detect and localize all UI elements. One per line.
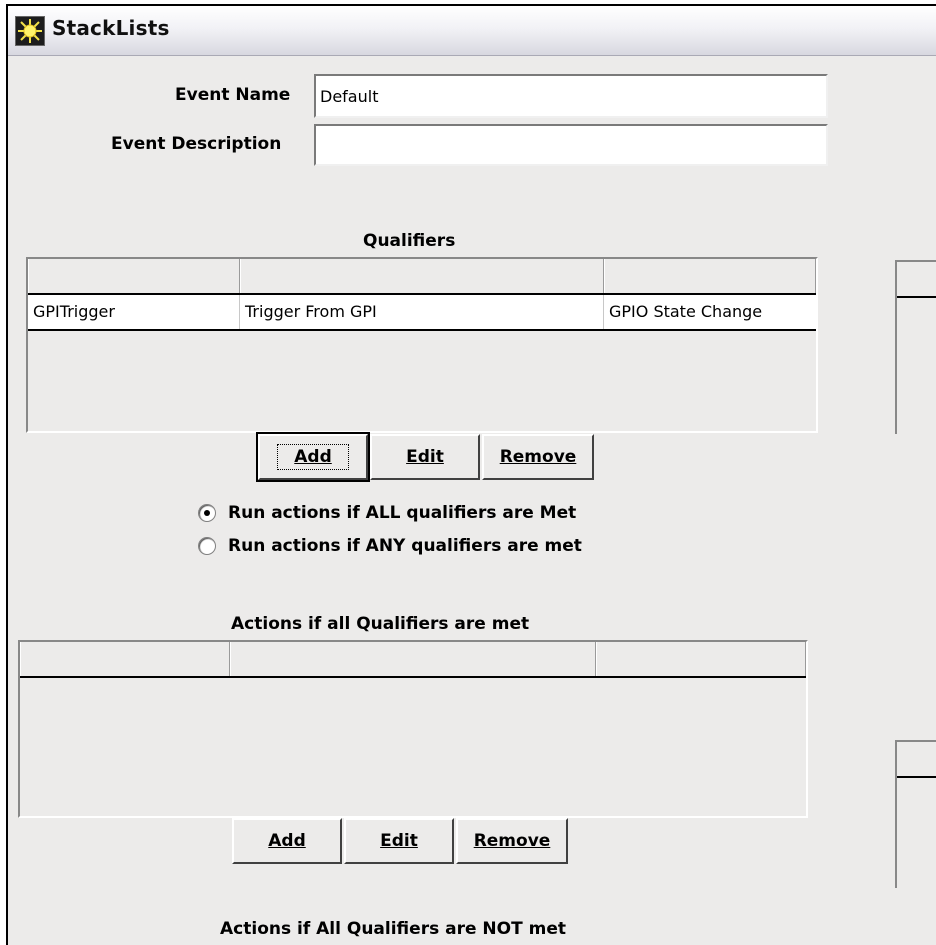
- table-row[interactable]: GPITrigger Trigger From GPI GPIO State C…: [28, 295, 816, 331]
- qualifier-name-cell: GPITrigger: [28, 295, 240, 329]
- qualifiers-remove-button[interactable]: Remove: [482, 434, 594, 480]
- qualifiers-column-header[interactable]: [28, 259, 240, 293]
- actions-met-add-label: Add: [268, 831, 306, 851]
- run-any-option[interactable]: Run actions if ANY qualifiers are met: [198, 533, 582, 559]
- actions-met-table-header: [20, 642, 806, 678]
- qualifiers-edit-button[interactable]: Edit: [370, 434, 480, 480]
- window-title: StackLists: [52, 16, 170, 40]
- actions-met-table[interactable]: [18, 640, 808, 818]
- run-all-label: Run actions if ALL qualifiers are Met: [228, 503, 577, 523]
- run-any-radio[interactable]: [198, 537, 216, 555]
- actions-met-column-header[interactable]: [596, 642, 806, 676]
- event-description-label: Event Description: [111, 134, 282, 154]
- event-name-field[interactable]: [314, 74, 828, 118]
- qualifiers-table[interactable]: GPITrigger Trigger From GPI GPIO State C…: [26, 257, 818, 433]
- run-all-option[interactable]: Run actions if ALL qualifiers are Met: [198, 500, 576, 526]
- side-table-panel[interactable]: [895, 260, 936, 434]
- actions-met-remove-button[interactable]: Remove: [456, 818, 568, 864]
- side-table-panel[interactable]: [895, 740, 936, 888]
- qualifier-type-cell: GPIO State Change: [609, 302, 763, 321]
- qualifier-description-cell: Trigger From GPI: [240, 295, 604, 329]
- qualifiers-column-header[interactable]: [240, 259, 604, 293]
- side-table-header: [897, 262, 936, 298]
- qualifiers-edit-label: Edit: [406, 447, 444, 467]
- qualifiers-title: Qualifiers: [363, 231, 456, 251]
- actions-met-column-header[interactable]: [230, 642, 596, 676]
- radio-selected-dot: [204, 510, 210, 516]
- event-name-label: Event Name: [175, 85, 291, 105]
- qualifiers-add-button[interactable]: Add: [256, 432, 370, 482]
- stacklists-window: StackLists Event Name Event Description …: [6, 4, 936, 945]
- qualifiers-remove-label: Remove: [499, 447, 577, 467]
- actions-met-title: Actions if all Qualifiers are met: [231, 614, 530, 634]
- qualifiers-column-header[interactable]: [604, 259, 816, 293]
- title-bar: StackLists: [8, 6, 936, 56]
- actions-met-remove-label: Remove: [473, 831, 551, 851]
- actions-met-column-header[interactable]: [20, 642, 230, 676]
- run-any-label: Run actions if ANY qualifiers are met: [228, 536, 582, 556]
- event-description-field[interactable]: [314, 124, 828, 166]
- actions-met-edit-button[interactable]: Edit: [344, 818, 454, 864]
- qualifiers-add-label: Add: [277, 444, 349, 470]
- actions-met-add-button[interactable]: Add: [232, 818, 342, 864]
- side-table-header: [897, 742, 936, 778]
- run-all-radio[interactable]: [198, 504, 216, 522]
- actions-met-edit-label: Edit: [380, 831, 418, 851]
- sun-app-icon: [15, 16, 45, 46]
- qualifiers-table-header: [28, 259, 816, 295]
- actions-not-met-title: Actions if All Qualifiers are NOT met: [220, 919, 566, 939]
